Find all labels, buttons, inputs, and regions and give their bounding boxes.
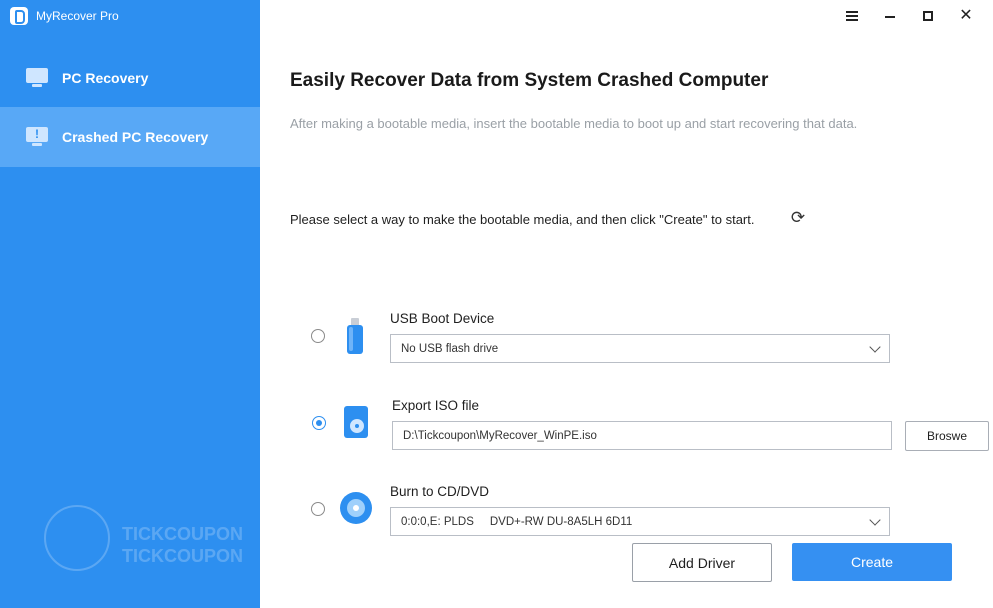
monitor-alert-icon: !	[26, 127, 48, 147]
watermark-logo: TICKCOUPON TICKCOUPON	[44, 505, 244, 575]
cd-option-radio[interactable]	[311, 502, 325, 516]
sidebar: MyRecover Pro PC Recovery ! Crashed PC R…	[0, 0, 260, 608]
app-title: MyRecover Pro	[36, 9, 119, 23]
iso-path-value: D:\Tickcoupon\MyRecover_WinPE.iso	[403, 429, 597, 442]
usb-device-select-value: No USB flash drive	[401, 342, 499, 355]
browse-button[interactable]: Broswe	[905, 421, 989, 451]
monitor-icon	[26, 68, 48, 88]
page-title: Easily Recover Data from System Crashed …	[290, 70, 769, 91]
iso-option-radio[interactable]	[312, 416, 326, 430]
cd-option-label: Burn to CD/DVD	[390, 484, 490, 499]
add-driver-button[interactable]: Add Driver	[632, 543, 772, 582]
usb-option-label: USB Boot Device	[390, 311, 495, 326]
app-title-bar: MyRecover Pro	[10, 6, 119, 26]
create-button[interactable]: Create	[792, 543, 952, 581]
cd-drive-select[interactable]: 0:0:0,E: PLDS DVD+-RW DU-8A5LH 6D11	[390, 507, 890, 536]
usb-option-radio[interactable]	[311, 329, 325, 343]
page-subtitle: After making a bootable media, insert th…	[290, 116, 858, 131]
sidebar-item-crashed-pc-recovery[interactable]: ! Crashed PC Recovery	[0, 107, 260, 167]
instruction-text: Please select a way to make the bootable…	[290, 212, 755, 227]
iso-option-label: Export ISO file	[392, 398, 480, 413]
refresh-icon[interactable]: ⟳	[789, 209, 807, 227]
sidebar-item-label: Crashed PC Recovery	[62, 129, 209, 145]
sidebar-item-pc-recovery[interactable]: PC Recovery	[0, 48, 260, 108]
usb-device-select[interactable]: No USB flash drive	[390, 334, 890, 363]
chevron-down-icon	[869, 514, 881, 526]
iso-file-icon	[344, 406, 370, 440]
usb-drive-icon	[346, 318, 364, 354]
chevron-down-icon	[869, 341, 881, 353]
cd-dvd-icon	[340, 492, 372, 524]
cd-drive-select-value: 0:0:0,E: PLDS DVD+-RW DU-8A5LH 6D11	[401, 515, 633, 528]
sidebar-item-label: PC Recovery	[62, 70, 149, 86]
app-logo-icon	[10, 7, 28, 25]
iso-path-input[interactable]: D:\Tickcoupon\MyRecover_WinPE.iso	[392, 421, 892, 450]
main-panel: Easily Recover Data from System Crashed …	[260, 0, 993, 608]
